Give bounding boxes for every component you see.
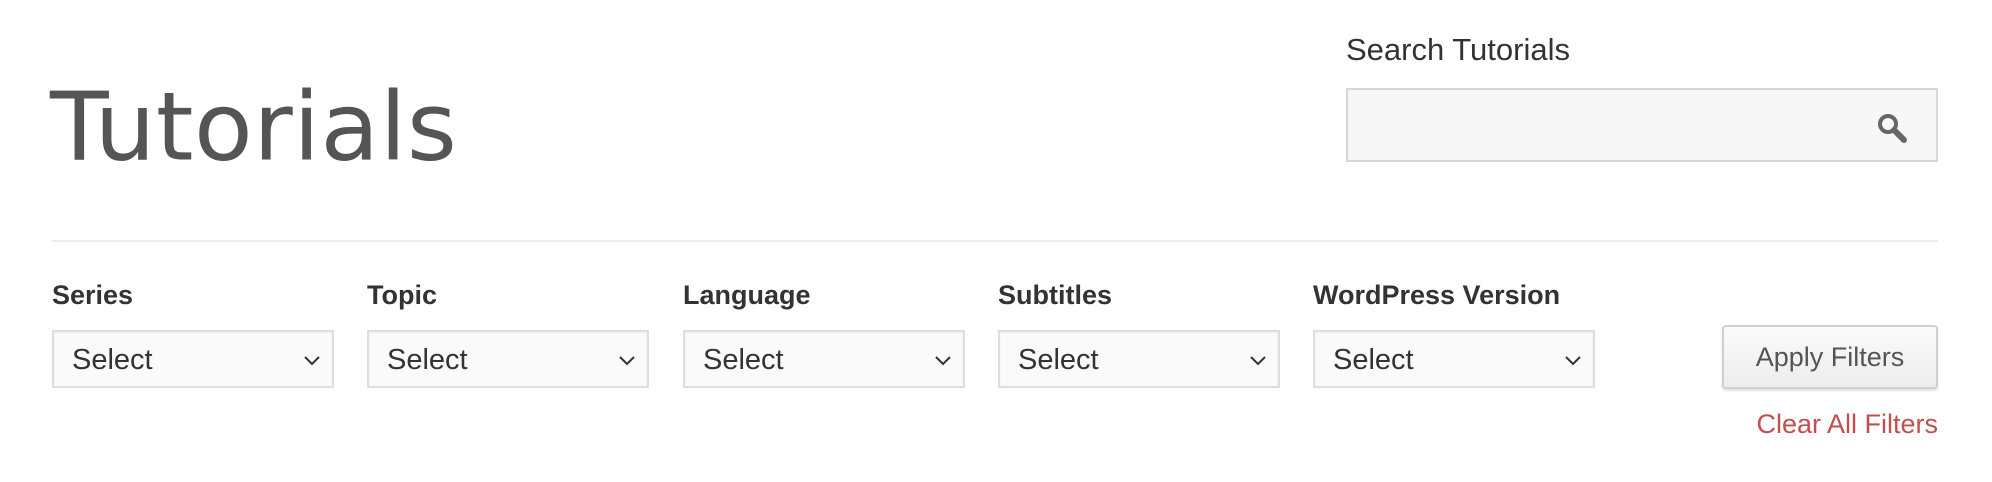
chevron-down-icon bbox=[619, 356, 635, 366]
search-box bbox=[1346, 88, 1938, 162]
chevron-down-icon bbox=[1565, 356, 1581, 366]
apply-filters-button[interactable]: Apply Filters bbox=[1722, 325, 1938, 389]
filter-subtitles: Subtitles Select bbox=[998, 278, 1280, 388]
chevron-down-icon bbox=[935, 356, 951, 366]
series-select-value: Select bbox=[72, 344, 153, 376]
filter-label-wordpress-version: WordPress Version bbox=[1313, 280, 1561, 310]
filter-wordpress-version: WordPress Version Select bbox=[1313, 278, 1595, 388]
wordpress-version-select[interactable]: Select bbox=[1313, 330, 1595, 388]
clear-all-filters-link[interactable]: Clear All Filters bbox=[1756, 407, 1938, 441]
page-title: Tutorials bbox=[50, 72, 458, 182]
language-select-value: Select bbox=[703, 344, 784, 376]
search-icon[interactable] bbox=[1876, 112, 1908, 144]
topic-select[interactable]: Select bbox=[367, 330, 649, 388]
chevron-down-icon bbox=[1250, 356, 1266, 366]
filter-label-topic: Topic bbox=[367, 280, 437, 310]
filter-label-language: Language bbox=[683, 280, 811, 310]
wordpress-version-select-value: Select bbox=[1333, 344, 1414, 376]
topic-select-value: Select bbox=[387, 344, 468, 376]
filter-label-subtitles: Subtitles bbox=[998, 280, 1113, 310]
filter-series: Series Select bbox=[52, 278, 334, 388]
filter-label-series: Series bbox=[52, 280, 134, 310]
chevron-down-icon bbox=[304, 356, 320, 366]
subtitles-select[interactable]: Select bbox=[998, 330, 1280, 388]
filter-topic: Topic Select bbox=[367, 278, 649, 388]
search-input[interactable] bbox=[1348, 90, 1936, 160]
tutorials-page: Tutorials Search Tutorials Series Select… bbox=[0, 0, 1992, 482]
divider bbox=[52, 240, 1938, 242]
search-block: Search Tutorials bbox=[1346, 30, 1938, 162]
language-select[interactable]: Select bbox=[683, 330, 965, 388]
search-label: Search Tutorials bbox=[1346, 32, 1570, 67]
filter-language: Language Select bbox=[683, 278, 965, 388]
series-select[interactable]: Select bbox=[52, 330, 334, 388]
subtitles-select-value: Select bbox=[1018, 344, 1099, 376]
